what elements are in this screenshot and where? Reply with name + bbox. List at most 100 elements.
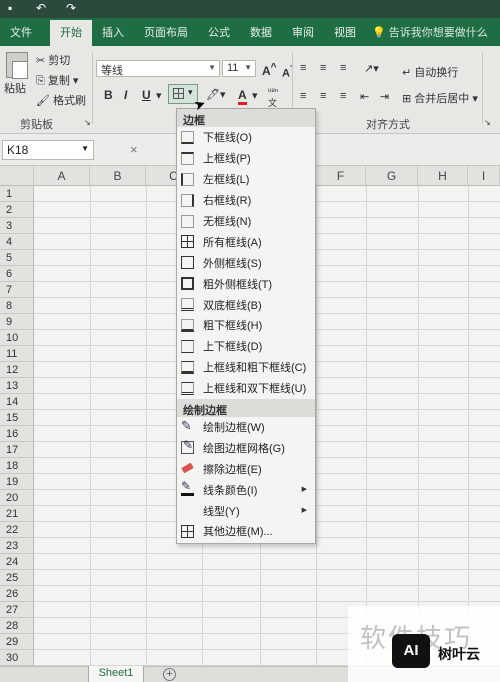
add-sheet-button[interactable]: + [163, 668, 176, 681]
cancel-icon[interactable]: × [130, 142, 138, 157]
row-header[interactable]: 1 [0, 186, 34, 202]
increase-indent-icon[interactable]: ⇥ [380, 90, 389, 103]
align-middle-icon[interactable]: ≡ [320, 62, 326, 74]
row-header[interactable]: 26 [0, 586, 34, 602]
name-box[interactable]: K18 ▼ [2, 140, 94, 160]
row-header[interactable]: 4 [0, 234, 34, 250]
row-header[interactable]: 27 [0, 602, 34, 618]
menu-item-all-borders[interactable]: 所有框线(A) [177, 231, 315, 252]
chevron-down-icon[interactable]: ▾ [156, 89, 162, 102]
row-header[interactable]: 15 [0, 410, 34, 426]
tab-insert[interactable]: 插入 [102, 24, 124, 40]
row-header[interactable]: 10 [0, 330, 34, 346]
row-header[interactable]: 11 [0, 346, 34, 362]
column-header[interactable]: B [90, 166, 146, 186]
menu-item-bottom-border[interactable]: 下框线(O) [177, 127, 315, 148]
tab-page-layout[interactable]: 页面布局 [144, 24, 188, 40]
menu-item-thick-bottom-border[interactable]: 粗下框线(H) [177, 315, 315, 336]
redo-icon[interactable]: ↷ [66, 1, 76, 15]
row-header[interactable]: 5 [0, 250, 34, 266]
row-header[interactable]: 13 [0, 378, 34, 394]
row-header[interactable]: 16 [0, 426, 34, 442]
menu-item-erase-border[interactable]: 擦除边框(E) [177, 458, 315, 479]
row-header[interactable]: 6 [0, 266, 34, 282]
orientation-icon[interactable]: ↗▾ [364, 62, 379, 75]
row-header[interactable]: 14 [0, 394, 34, 410]
menu-item-double-bottom-border[interactable]: 双底框线(B) [177, 294, 315, 315]
phonetic-icon[interactable]: ᵘᵉⁿ 文 [268, 86, 278, 109]
tab-home[interactable]: 开始 [50, 20, 92, 46]
align-top-icon[interactable]: ≡ [300, 62, 306, 74]
tab-formulas[interactable]: 公式 [208, 24, 230, 40]
tab-file[interactable]: 文件 [10, 24, 32, 40]
row-header[interactable]: 30 [0, 650, 34, 666]
format-painter-button[interactable]: 🖌 格式刷 [36, 92, 86, 108]
font-size-select[interactable]: 11 ▼ [222, 60, 256, 77]
grow-font-button[interactable]: A^ [262, 62, 277, 78]
menu-item-no-border[interactable]: 无框线(N) [177, 211, 315, 232]
column-header[interactable]: H [418, 166, 468, 186]
menu-item-top-bottom-border[interactable]: 上下框线(D) [177, 336, 315, 357]
column-header[interactable]: A [34, 166, 90, 186]
column-header[interactable]: F [316, 166, 366, 186]
menu-item-top-thick-bottom-border[interactable]: 上框线和粗下框线(C) [177, 357, 315, 378]
menu-item-outside-borders[interactable]: 外侧框线(S) [177, 252, 315, 273]
row-header[interactable]: 23 [0, 538, 34, 554]
row-header[interactable]: 24 [0, 554, 34, 570]
align-center-icon[interactable]: ≡ [320, 90, 326, 102]
menu-item-more-borders[interactable]: 其他边框(M)... [177, 521, 315, 542]
column-header[interactable]: I [468, 166, 500, 186]
row-header[interactable]: 22 [0, 522, 34, 538]
menu-item-line-color[interactable]: 线条颜色(I) ▶ [177, 479, 315, 500]
font-color-button[interactable]: A [238, 88, 247, 105]
copy-button[interactable]: ⎘ 复制 ▾ [36, 72, 78, 88]
row-header[interactable]: 28 [0, 618, 34, 634]
row-header[interactable]: 17 [0, 442, 34, 458]
save-icon[interactable]: ▪ [8, 1, 12, 15]
dialog-launcher-icon[interactable]: ↘ [84, 118, 91, 127]
menu-item-left-border[interactable]: 左框线(L) [177, 169, 315, 190]
row-header[interactable]: 8 [0, 298, 34, 314]
cut-button[interactable]: ✂ 剪切 [36, 52, 70, 68]
paste-icon[interactable] [6, 52, 28, 79]
row-header[interactable]: 7 [0, 282, 34, 298]
row-header[interactable]: 29 [0, 634, 34, 650]
tab-data[interactable]: 数据 [250, 24, 272, 40]
row-header[interactable]: 20 [0, 490, 34, 506]
tab-review[interactable]: 审阅 [292, 24, 314, 40]
italic-button[interactable]: I [124, 88, 127, 102]
row-header[interactable]: 3 [0, 218, 34, 234]
align-bottom-icon[interactable]: ≡ [340, 62, 346, 74]
bold-button[interactable]: B [104, 88, 113, 102]
row-header[interactable]: 19 [0, 474, 34, 490]
row-header[interactable]: 18 [0, 458, 34, 474]
menu-item-top-border[interactable]: 上框线(P) [177, 148, 315, 169]
dialog-launcher-icon[interactable]: ↘ [484, 118, 491, 127]
fill-color-icon[interactable]: 🖊▾ [206, 88, 226, 101]
tell-me-search[interactable]: 💡 告诉我你想要做什么 [372, 24, 488, 40]
row-header[interactable]: 9 [0, 314, 34, 330]
align-left-icon[interactable]: ≡ [300, 90, 306, 102]
underline-button[interactable]: U [142, 88, 151, 102]
sheet-tab[interactable]: Sheet1 [88, 666, 144, 682]
menu-item-top-double-bottom-border[interactable]: 上框线和双下框线(U) [177, 378, 315, 399]
menu-item-line-style[interactable]: 线型(Y) ▶ [177, 500, 315, 521]
chevron-down-icon[interactable]: ▾ [252, 89, 258, 102]
wrap-text-button[interactable]: ↵ 自动换行 [402, 64, 458, 80]
row-header[interactable]: 2 [0, 202, 34, 218]
paste-button[interactable]: 粘贴 [4, 80, 26, 96]
font-name-select[interactable]: 等线 ▼ [96, 60, 220, 77]
align-right-icon[interactable]: ≡ [340, 90, 346, 102]
column-header[interactable]: G [366, 166, 418, 186]
decrease-indent-icon[interactable]: ⇤ [360, 90, 369, 103]
undo-icon[interactable]: ↶ [36, 1, 46, 15]
merge-center-button[interactable]: ⊞ 合并后居中 ▾ [402, 90, 478, 106]
row-header[interactable]: 21 [0, 506, 34, 522]
select-all-corner[interactable] [0, 166, 34, 186]
row-header[interactable]: 25 [0, 570, 34, 586]
tab-view[interactable]: 视图 [334, 24, 356, 40]
row-header[interactable]: 12 [0, 362, 34, 378]
menu-item-draw-border-grid[interactable]: 绘图边框网格(G) [177, 437, 315, 458]
menu-item-right-border[interactable]: 右框线(R) [177, 190, 315, 211]
menu-item-draw-border[interactable]: 绘制边框(W) [177, 417, 315, 438]
